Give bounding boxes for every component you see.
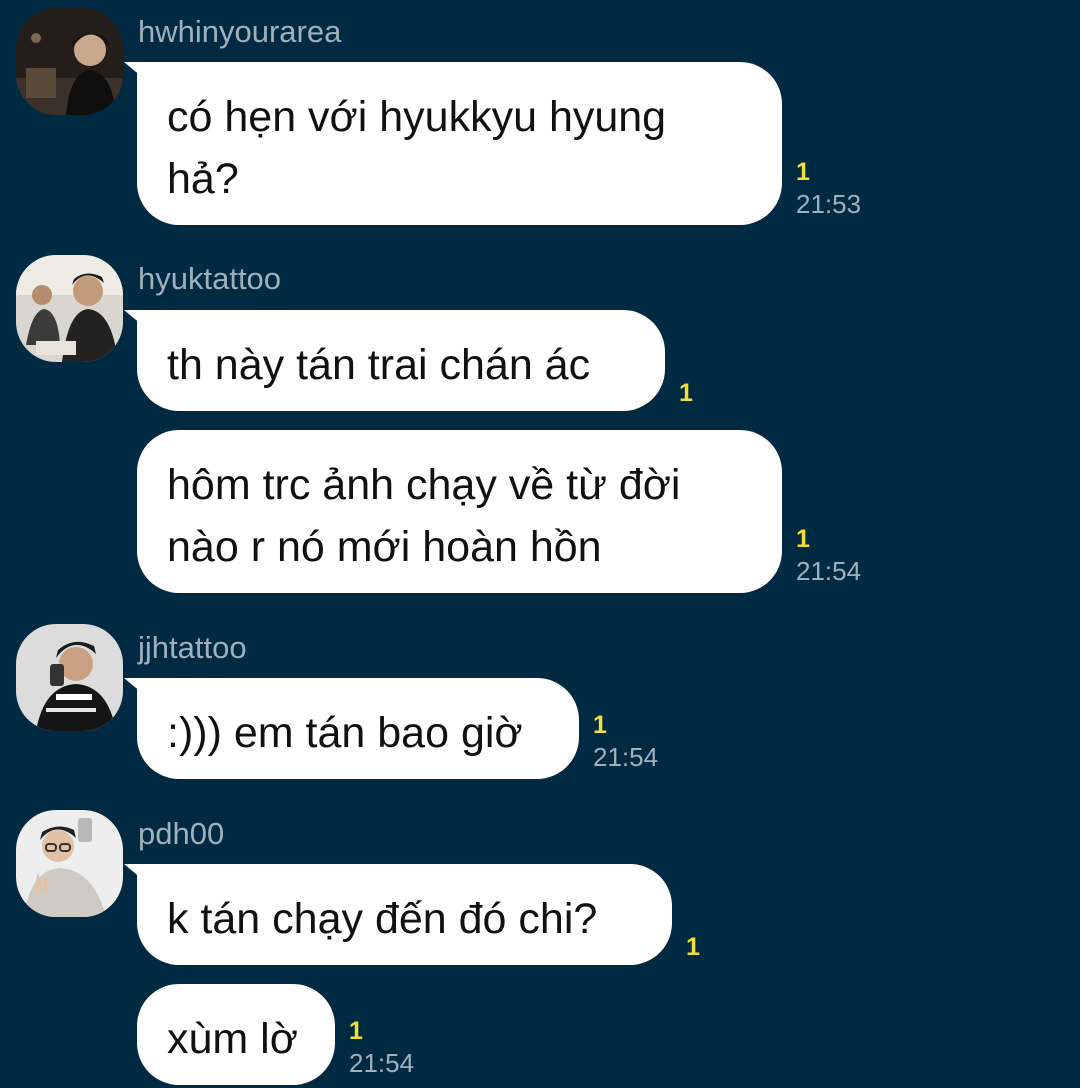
- message-text-line: xùm lờ: [167, 1015, 298, 1063]
- sender-name: jjhtattoo: [138, 630, 247, 665]
- avatar[interactable]: [16, 255, 123, 362]
- avatar-photo-icon: [16, 624, 123, 731]
- sender-name: hyuktattoo: [138, 261, 282, 296]
- message-meta: 1 21:53: [796, 156, 861, 220]
- sender-name: hwhinyourarea: [138, 14, 342, 49]
- avatar-photo-icon: [16, 255, 123, 362]
- avatar[interactable]: [16, 8, 123, 115]
- message-text-line: hôm trc ảnh chạy về từ đời: [167, 461, 681, 509]
- message-bubble[interactable]: có hẹn với hyukkyu hyung hả?: [137, 62, 782, 225]
- avatar[interactable]: [16, 810, 123, 917]
- chat-message-list[interactable]: hwhinyourarea có hẹn với hyukkyu hyung h…: [0, 0, 1080, 1088]
- sender-name: pdh00: [138, 816, 225, 851]
- message-meta: 1 21:54: [796, 523, 861, 587]
- message-text-line: k tán chạy đến đó chi?: [167, 895, 598, 943]
- unread-count: 1: [349, 1017, 363, 1045]
- unread-count: 1: [796, 158, 810, 186]
- message-meta: 1: [686, 931, 700, 963]
- message-text-line: có hẹn với hyukkyu hyung: [167, 93, 667, 141]
- unread-count: 1: [686, 933, 700, 961]
- unread-count: 1: [679, 379, 693, 407]
- avatar-photo-icon: [16, 8, 123, 115]
- avatar[interactable]: [16, 624, 123, 731]
- message-bubble[interactable]: th này tán trai chán ác: [137, 310, 665, 411]
- message-timestamp: 21:53: [796, 189, 862, 219]
- message-timestamp: 21:54: [593, 742, 659, 772]
- message-bubble[interactable]: k tán chạy đến đó chi?: [137, 864, 672, 965]
- message-bubble[interactable]: hôm trc ảnh chạy về từ đời nào r nó mới …: [137, 430, 782, 593]
- message-meta: 1 21:54: [593, 709, 658, 773]
- message-text-line: hả?: [167, 155, 239, 203]
- unread-count: 1: [796, 525, 810, 553]
- message-text-line: nào r nó mới hoàn hồn: [167, 523, 602, 571]
- message-meta: 1 21:54: [349, 1015, 414, 1079]
- message-timestamp: 21:54: [796, 556, 862, 586]
- message-bubble[interactable]: xùm lờ: [137, 984, 335, 1085]
- message-text-line: th này tán trai chán ác: [167, 341, 591, 389]
- unread-count: 1: [593, 711, 607, 739]
- message-bubble[interactable]: :))) em tán bao giờ: [137, 678, 579, 779]
- avatar-photo-icon: [16, 810, 123, 917]
- message-meta: 1: [679, 377, 693, 409]
- message-timestamp: 21:54: [349, 1048, 415, 1078]
- message-text-line: :))) em tán bao giờ: [167, 709, 523, 757]
